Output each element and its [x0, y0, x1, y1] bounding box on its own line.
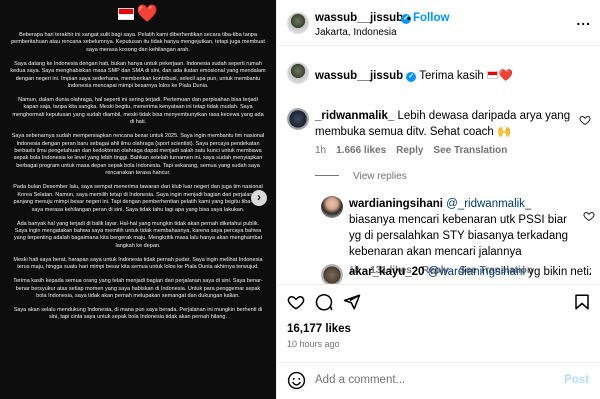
view-replies-label: View replies [353, 171, 407, 182]
post-paragraph: Beberapa hari terakhir ini sangat sulit … [11, 32, 265, 53]
separator-dot: • [407, 13, 411, 25]
comment-icon[interactable] [315, 293, 333, 311]
add-comment-bar: Add a comment... Post [277, 362, 600, 399]
comment-text: biasanya mencari kebenaran utk PSSI biar… [349, 214, 569, 258]
avatar[interactable] [321, 264, 343, 284]
post-timestamp[interactable]: 10 hours ago [287, 339, 340, 349]
heart-icon[interactable] [583, 210, 595, 222]
post-paragraph: Namun, dalam dunia olahraga, hal seperti… [12, 97, 264, 126]
comment-body: _ridwanmalik_ Lebih dewasa daripada arya… [315, 108, 575, 159]
post-text-block: Beberapa hari terakhir ini sangat sulit … [0, 24, 276, 322]
avatar[interactable] [287, 108, 309, 130]
verified-badge-icon: ✓ [406, 72, 417, 82]
caption-emoji-row: ❤️ [0, 4, 276, 24]
bookmark-icon[interactable] [573, 293, 591, 311]
avatar[interactable] [321, 196, 343, 218]
caption-text: wassub__jissub ✓ Terima kasih ❤️ [315, 68, 513, 82]
next-slide-button[interactable]: › [251, 190, 267, 206]
post-paragraph: Terima kasih kepada semua orang yang tel… [13, 278, 263, 299]
post-image: ❤️ Beberapa hari terakhir ini sangat sul… [0, 0, 276, 399]
header-username[interactable]: wassub__jissub [315, 12, 403, 24]
divider [315, 175, 339, 176]
avatar[interactable] [287, 12, 309, 34]
mention-link[interactable]: @wardianingsihani [428, 266, 525, 278]
comment-username[interactable]: _ridwanmalik_ [315, 110, 394, 122]
share-icon[interactable] [343, 293, 361, 311]
location-label[interactable]: Jakarta, Indonesia [315, 27, 397, 38]
caption-username[interactable]: wassub__jissub [315, 70, 403, 82]
indonesia-flag-icon [117, 8, 134, 20]
caption-body: Terima kasih [419, 70, 484, 82]
see-translation-button[interactable]: See Translation [433, 145, 507, 156]
chevron-right-icon: › [257, 190, 261, 204]
post-button[interactable]: Post [564, 374, 589, 386]
comment-age: 1h [315, 145, 327, 156]
indonesia-flag-icon [486, 71, 498, 79]
avatar[interactable] [287, 62, 309, 84]
likes-count[interactable]: 16,177 likes [287, 323, 351, 335]
heart-icon[interactable] [579, 114, 591, 126]
comment-username[interactable]: akar_kayu_20 [349, 266, 424, 278]
post-paragraph: Pada bulan Desember lalu, saya sempat me… [13, 184, 263, 213]
comment-username[interactable]: wardianingsihani [349, 198, 443, 210]
comment-likes[interactable]: 1.666 likes [336, 145, 386, 156]
heart-emoji: ❤️ [498, 70, 514, 82]
post-sidebar: wassub__jissub ✓ • Follow Jakarta, Indon… [276, 0, 600, 399]
mention-link[interactable]: @_ridwanmalik_ [446, 198, 531, 210]
more-options-icon[interactable]: ... [576, 12, 591, 28]
action-bar: 16,177 likes 10 hours ago [277, 284, 600, 354]
follow-button[interactable]: Follow [413, 12, 449, 24]
comment-meta: 1h 1.666 likes Reply See Translation [315, 143, 575, 159]
comment-text: yg bikin netizen [528, 266, 591, 278]
like-heart-icon[interactable] [287, 293, 305, 311]
reply-button[interactable]: Reply [396, 145, 423, 156]
emoji-icon[interactable] [287, 371, 306, 390]
post-paragraph: Saya sebenarnya sudah mempersiapkan renc… [11, 133, 265, 177]
view-replies-button[interactable]: View replies [315, 171, 407, 182]
comment-input[interactable]: Add a comment... [315, 374, 405, 386]
post-paragraph: Saya akan selalu mendukung Indonesia, di… [13, 306, 263, 321]
post-paragraph: Ada banyak hal yang terjadi di balik lay… [13, 220, 263, 249]
post-paragraph: Saya datang ke Indonesia dengan hati, bu… [10, 60, 266, 90]
post-paragraph: Meski hati saya berat, harapan saya untu… [13, 256, 263, 271]
heart-emoji: ❤️ [136, 4, 159, 24]
post-header: wassub__jissub ✓ • Follow Jakarta, Indon… [277, 0, 600, 46]
reply-comment: akar_kayu_20 @wardianingsihani yg bikin … [321, 264, 591, 284]
comment-body: akar_kayu_20 @wardianingsihani yg bikin … [349, 264, 591, 280]
